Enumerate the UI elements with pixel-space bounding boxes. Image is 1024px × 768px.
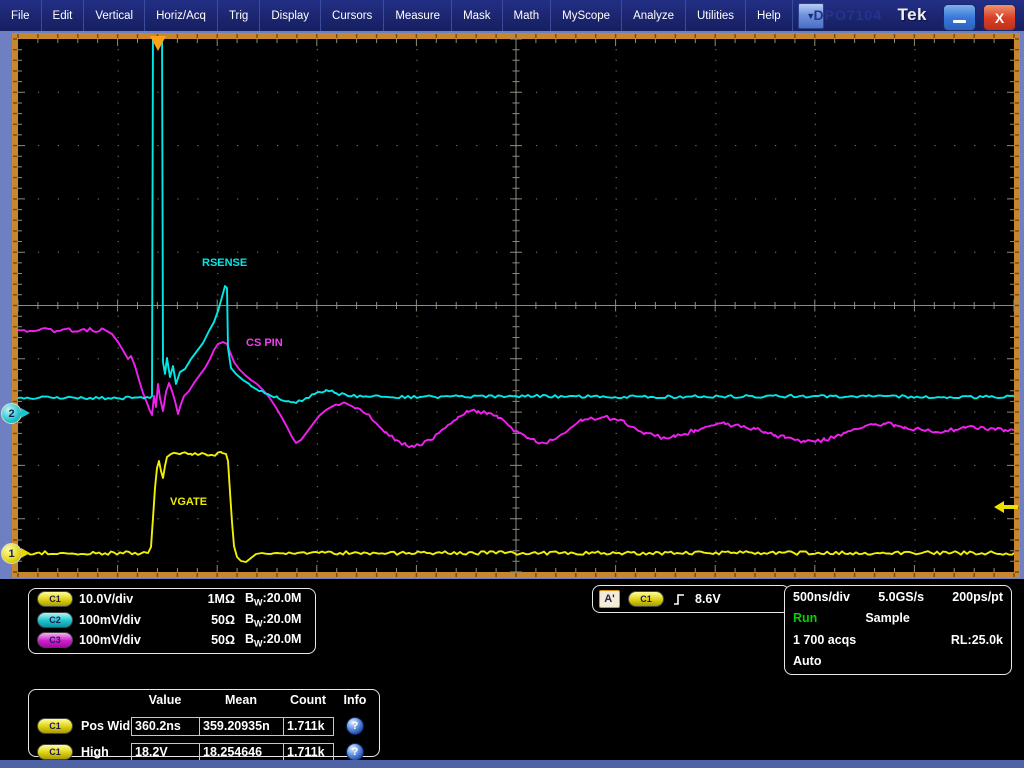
col-header-count: Count [289, 693, 327, 707]
channel2-bandwidth: BW:20.0M [245, 611, 302, 629]
taskbar-strip [0, 760, 1024, 768]
meas2-mean: 18.254646 [199, 742, 284, 762]
timebase-row: 500ns/div 5.0GS/s 200ps/pt [785, 586, 1011, 608]
channel1-readout-row: C1 10.0V/div 1MΩ BW:20.0M [29, 589, 315, 610]
channel2-position-marker[interactable]: 2 [1, 403, 22, 424]
menu-help[interactable]: Help [746, 0, 793, 31]
acq-mode: Sample [865, 611, 910, 626]
channel3-badge[interactable]: C3 [37, 632, 73, 649]
trig-mode-row: Auto [785, 651, 1011, 673]
model-watermark: DPO7104 [813, 7, 882, 23]
acq-state-row: Run Sample [785, 608, 1011, 630]
meas1-source-badge[interactable]: C1 [37, 717, 73, 734]
close-icon: X [994, 9, 1005, 26]
trigger-level: 8.6V [695, 592, 721, 606]
minimize-button[interactable] [943, 4, 976, 31]
sample-resolution: 200ps/pt [952, 589, 1003, 604]
run-status: Run [793, 611, 818, 626]
channel1-marker-arrow [21, 548, 30, 558]
channel1-scale: 10.0V/div [79, 592, 134, 607]
channel1-badge[interactable]: C1 [37, 591, 73, 608]
channel3-readout-row: C3 100mV/div 50Ω BW:20.0M [29, 630, 315, 651]
channel3-scale: 100mV/div [79, 633, 141, 648]
menu-horiz-acq[interactable]: Horiz/Acq [145, 0, 218, 31]
menu-display[interactable]: Display [260, 0, 322, 31]
meas2-source-badge[interactable]: C1 [37, 743, 73, 760]
meas2-info-icon[interactable]: ? [346, 742, 364, 761]
meas1-value: 360.2ns [131, 716, 200, 736]
channel1-position-marker[interactable]: 1 [1, 543, 22, 564]
menu-mask[interactable]: Mask [452, 0, 503, 31]
measurement-header-row: Value Mean Count Info [29, 690, 379, 712]
channel2-marker-arrow [21, 408, 30, 418]
menu-file[interactable]: File [0, 0, 42, 31]
channel1-bandwidth: BW:20.0M [245, 591, 302, 608]
menu-bar: File Edit Vertical Horiz/Acq Trig Displa… [0, 0, 1024, 31]
close-button[interactable]: X [983, 4, 1016, 31]
channel2-badge[interactable]: C2 [37, 611, 73, 628]
meas1-mean: 359.20935n [199, 716, 284, 736]
menu-measure[interactable]: Measure [384, 0, 453, 31]
meas1-name: Pos Wid [81, 718, 131, 733]
menu-vertical[interactable]: Vertical [84, 0, 146, 31]
scope-display-area: RSENSE CS PIN VGATE 2 1 [0, 31, 1024, 579]
menu-myscope[interactable]: MyScope [551, 0, 623, 31]
menu-cursors[interactable]: Cursors [321, 0, 385, 31]
menu-math[interactable]: Math [503, 0, 552, 31]
sample-rate: 5.0GS/s [878, 589, 925, 604]
acquisition-panel[interactable]: 500ns/div 5.0GS/s 200ps/pt Run Sample 1 … [784, 585, 1012, 675]
channel3-impedance: 50Ω [211, 633, 235, 648]
readout-area: C1 10.0V/div 1MΩ BW:20.0M C2 100mV/div 5… [0, 579, 1024, 762]
channel2-impedance: 50Ω [211, 612, 235, 627]
channel3-bandwidth: BW:20.0M [245, 632, 302, 649]
meas2-value: 18.2V [131, 742, 200, 762]
trigger-mode: Auto [793, 654, 822, 669]
measurement-row-poswid: C1 Pos Wid 360.2ns 359.20935n 1.711k ? [29, 712, 379, 738]
tek-logo: Tek [897, 5, 927, 24]
meas2-count: 1.711k [283, 742, 334, 762]
channel2-scale: 100mV/div [79, 612, 141, 627]
acquisition-count: 1 700 acqs [793, 632, 857, 647]
col-header-mean: Mean [225, 693, 257, 707]
record-length: RL:25.0k [950, 632, 1003, 647]
menu-trig[interactable]: Trig [218, 0, 261, 31]
trigger-a-label: A' [599, 590, 620, 608]
meas1-info-icon[interactable]: ? [346, 716, 364, 735]
minimize-icon [953, 20, 966, 23]
waveform-display[interactable] [12, 33, 1020, 578]
meas1-count: 1.711k [283, 716, 334, 736]
measurement-panel[interactable]: Value Mean Count Info C1 Pos Wid 360.2ns… [28, 689, 380, 762]
timebase: 500ns/div [793, 589, 850, 604]
menu-edit[interactable]: Edit [42, 0, 85, 31]
rising-edge-icon [674, 593, 684, 605]
trigger-level-arrow-tail [1004, 505, 1018, 509]
trigger-readout-panel[interactable]: A' C1 8.6V [592, 585, 790, 613]
meas2-name: High [81, 744, 109, 759]
col-header-info: Info [343, 693, 367, 707]
channel-readout-panel[interactable]: C1 10.0V/div 1MΩ BW:20.0M C2 100mV/div 5… [28, 588, 316, 654]
trigger-source-badge[interactable]: C1 [628, 591, 664, 607]
channel1-impedance: 1MΩ [207, 592, 235, 607]
menu-utilities[interactable]: Utilities [686, 0, 747, 31]
channel2-readout-row: C2 100mV/div 50Ω BW:20.0M [29, 610, 315, 631]
col-header-value: Value [148, 693, 182, 707]
acq-count-row: 1 700 acqs RL:25.0k [785, 629, 1011, 651]
menu-analyze[interactable]: Analyze [622, 0, 686, 31]
